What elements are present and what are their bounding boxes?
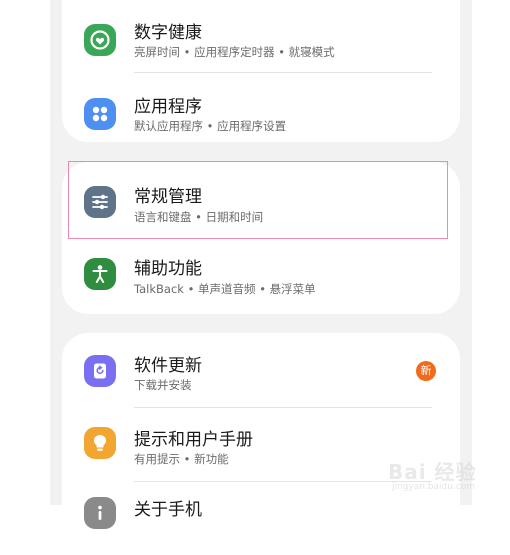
item-title: 数字健康	[134, 23, 202, 43]
new-badge: 新	[416, 361, 436, 381]
settings-card-update-tips-about: 软件更新 下载并安装 新 提示和用户手册 有用提示 • 新功能 关于手机	[62, 333, 460, 533]
divider	[134, 407, 432, 408]
lightbulb-icon	[84, 427, 116, 459]
settings-item-software-update[interactable]: 软件更新 下载并安装 新	[62, 335, 460, 407]
item-title: 辅助功能	[134, 259, 202, 279]
item-title: 软件更新	[134, 356, 202, 376]
settings-screen: 数字健康 亮屏时间 • 应用程序定时器 • 就寝模式 应用程序 默认应用程序 •…	[50, 0, 472, 533]
highlight-box	[68, 161, 448, 239]
item-subtitle: 下载并安装	[134, 378, 192, 392]
item-subtitle: 亮屏时间 • 应用程序定时器 • 就寝模式	[134, 45, 335, 59]
heart-ring-icon	[84, 24, 116, 56]
settings-card-wellbeing-apps: 数字健康 亮屏时间 • 应用程序定时器 • 就寝模式 应用程序 默认应用程序 •…	[62, 0, 460, 142]
item-subtitle: 默认应用程序 • 应用程序设置	[134, 119, 287, 133]
settings-item-accessibility[interactable]: 辅助功能 TalkBack • 单声道音频 • 悬浮菜单	[62, 240, 460, 312]
settings-item-digital-wellbeing[interactable]: 数字健康 亮屏时间 • 应用程序定时器 • 就寝模式	[62, 2, 460, 74]
item-subtitle: 有用提示 • 新功能	[134, 452, 229, 466]
baidu-watermark: Bai 经验 jingyan.baidu.com	[388, 448, 498, 496]
info-icon	[84, 497, 116, 529]
item-title: 应用程序	[134, 97, 202, 117]
item-title: 关于手机	[134, 500, 202, 520]
watermark-text: Bai 经验	[388, 460, 477, 484]
item-title: 提示和用户手册	[134, 430, 253, 450]
item-subtitle: TalkBack • 单声道音频 • 悬浮菜单	[134, 282, 316, 296]
app-grid-icon	[84, 98, 116, 130]
watermark-url: jingyan.baidu.com	[392, 482, 476, 492]
divider	[134, 72, 432, 73]
settings-item-apps[interactable]: 应用程序 默认应用程序 • 应用程序设置	[62, 76, 460, 148]
update-refresh-icon	[84, 355, 116, 387]
accessibility-person-icon	[84, 258, 116, 290]
